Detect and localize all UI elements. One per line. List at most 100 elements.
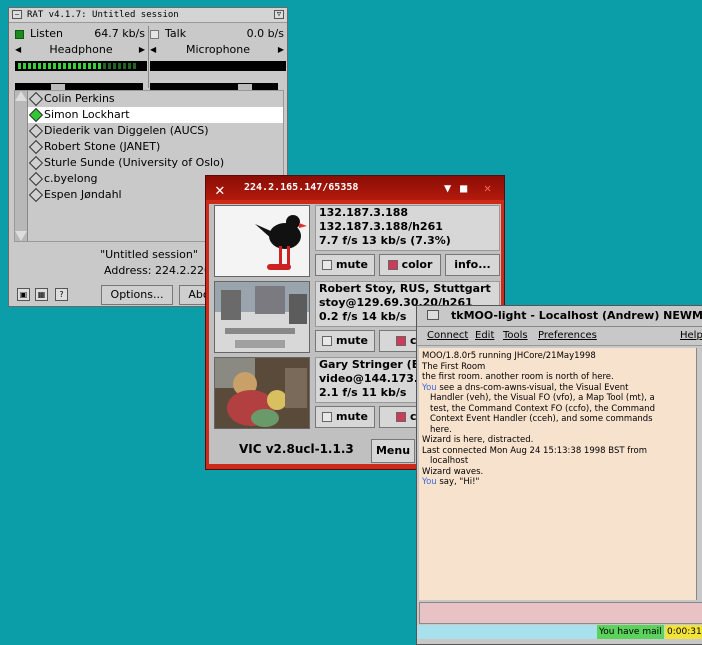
meter-segment [113,63,116,69]
color-checkbox[interactable] [387,260,398,270]
meter-segment [118,63,121,69]
help-icon[interactable]: ? [55,288,68,301]
vic-titlebar[interactable]: ✕ 224.2.165.147/65358 ▼ ■ ✕ [206,176,504,200]
moo-line-text: The First Room [422,361,486,372]
rat-title: RAT v4.1.7: Untitled session [27,10,179,20]
vic-title: 224.2.165.147/65358 [244,182,359,193]
mute-button[interactable]: mute [315,330,375,352]
prev-output-icon[interactable]: ◀ [15,42,21,58]
moo-line: localhost [422,456,694,467]
listen-rate: 64.7 kb/s [94,27,145,40]
participant-status-icon [28,171,44,187]
info-button[interactable]: info... [445,254,500,276]
meter-segment [63,63,66,69]
participant-name: Sturle Sunde (University of Oslo) [44,156,225,169]
participant-status-icon [28,155,44,171]
video-thumbnail[interactable] [214,205,310,277]
minimize-icon[interactable]: ▼ [444,176,451,200]
next-input-icon[interactable]: ▶ [278,42,284,58]
participant-name: Diederik van Diggelen (AUCS) [44,124,209,137]
scroll-up-icon[interactable] [15,91,27,101]
mute-button[interactable]: mute [315,254,375,276]
stream-address: 132.187.3.188/h261 [319,220,443,233]
video-thumbnail[interactable] [214,281,310,353]
moo-line: test, the Command Context FO (ccfo), the… [422,404,694,415]
maximize-icon[interactable]: ■ [460,176,467,200]
mute-button[interactable]: mute [315,406,375,428]
output-device: Headphone [49,43,113,56]
window-menu-icon[interactable] [427,310,439,320]
menu-tools[interactable]: Tools [503,327,528,345]
save-icon[interactable]: ▣ [17,288,30,301]
output-volume-slider[interactable] [15,83,143,90]
moo-line-text: localhost [430,456,469,466]
participant-item[interactable]: Colin Perkins [28,91,283,107]
moo-command-input[interactable] [419,602,702,624]
video-thumbnail[interactable] [214,357,310,429]
participant-item[interactable]: Diederik van Diggelen (AUCS) [28,123,283,139]
meter-segment [58,63,61,69]
moo-line-text: the first room. another room is north of… [422,372,614,382]
mute-checkbox[interactable] [321,260,332,270]
mute-checkbox[interactable] [321,336,332,346]
listen-checkbox[interactable] [15,29,24,39]
x-logo-icon: ✕ [215,180,225,199]
participant-status-icon [28,123,44,139]
meter-segment [68,63,71,69]
meter-segment [88,63,91,69]
moo-you-label: You [422,477,437,487]
color-label: color [401,258,433,271]
scroll-down-icon[interactable] [15,231,27,241]
stream-source: Robert Stoy, RUS, Stuttgart [319,282,491,295]
participant-item[interactable]: Sturle Sunde (University of Oslo) [28,155,283,171]
color-button[interactable]: color [379,254,441,276]
input-device: Microphone [185,43,251,56]
output-panel: Listen 64.7 kb/s ◀ Headphone ▶ [15,26,147,90]
moo-line-text: here. [430,424,452,435]
moo-line-text: test, the Command Context FO (ccfo), the… [430,403,655,414]
input-volume-slider[interactable] [150,83,278,90]
mute-label: mute [335,258,368,271]
menu-edit[interactable]: Edit [475,327,494,345]
mute-checkbox[interactable] [321,412,332,422]
menu-preferences[interactable]: Preferences [538,327,597,345]
meter-segment [23,63,26,69]
participant-scrollbar[interactable] [15,91,28,241]
next-output-icon[interactable]: ▶ [139,42,145,58]
window-menu-icon[interactable]: – [12,10,22,19]
color-checkbox[interactable] [395,412,406,422]
close-icon[interactable]: ✕ [484,176,491,200]
moo-output[interactable]: MOO/1.8.0r5 running JHCore/21May1998 The … [419,348,697,600]
moo-line: Wizard waves. [422,467,694,478]
moo-line-text: Wizard waves. [422,466,484,477]
menu-button[interactable]: Menu [371,439,415,463]
meter-segment [73,63,76,69]
moo-line: here. [422,425,694,436]
mute-label: mute [335,334,368,347]
color-checkbox[interactable] [395,336,406,346]
participant-item[interactable]: Simon Lockhart [28,107,283,123]
participant-status-icon [28,107,44,123]
participant-item[interactable]: Robert Stone (JANET) [28,139,283,155]
moo-line-text: Last connected Mon Aug 24 15:13:38 1998 … [422,445,648,456]
grid-icon[interactable]: ▦ [35,288,48,301]
moo-line-text: say, "Hi!" [436,477,480,487]
rat-titlebar[interactable]: – RAT v4.1.7: Untitled session ▽ [9,8,287,23]
participant-status-icon [28,91,44,107]
meter-segment [108,63,111,69]
talk-checkbox[interactable] [150,29,159,39]
stream-stats: 7.7 f/s 13 kb/s (7.3%) [319,234,451,247]
video-stream: 132.187.3.188 132.187.3.188/h261 7.7 f/s… [212,204,500,277]
participant-status-icon [28,139,44,155]
meter-segment [28,63,31,69]
meter-segment [83,63,86,69]
moo-line-text: Wizard is here, distracted. [422,435,534,445]
tkmoo-titlebar[interactable]: tkMOO-light - Localhost (Andrew) NEWMOO [417,306,702,327]
prev-input-icon[interactable]: ◀ [150,42,156,58]
moo-scrollbar[interactable] [696,348,702,600]
options-button[interactable]: Options... [101,285,173,305]
menu-connect[interactable]: Connect [427,327,468,345]
maximize-icon[interactable]: ▽ [274,10,284,19]
menu-help[interactable]: Help [680,327,702,345]
talk-label: Talk [165,27,187,40]
